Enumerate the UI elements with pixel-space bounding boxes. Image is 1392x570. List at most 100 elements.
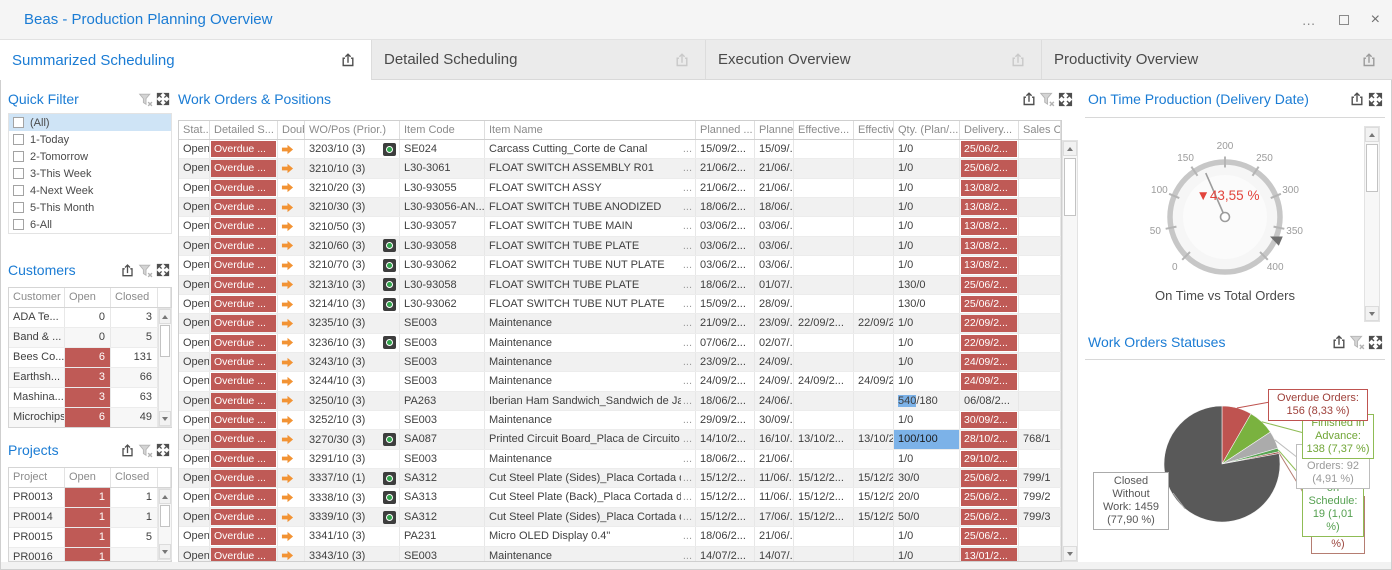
tab-export-button[interactable] — [1009, 51, 1027, 69]
expand-icon — [1368, 92, 1383, 107]
tab-summarized-scheduling[interactable]: Summarized Scheduling — [0, 40, 372, 80]
work-orders-filter-clear-button[interactable] — [1038, 90, 1056, 108]
cell-wo-pos: 3338/10 (3) — [305, 488, 400, 506]
window-close-button[interactable]: × — [1371, 11, 1380, 29]
scroll-down-button[interactable] — [159, 411, 171, 426]
checkbox[interactable] — [13, 117, 24, 128]
scroll-down-button[interactable] — [1365, 306, 1379, 321]
checkbox[interactable] — [13, 134, 24, 145]
tab-export-button[interactable] — [673, 51, 691, 69]
scroll-down-button[interactable] — [159, 544, 171, 559]
quick-filter-option[interactable]: 3-This Week — [9, 165, 171, 182]
quick-filter-clear-button[interactable] — [136, 90, 154, 108]
tab-execution-overview[interactable]: Execution Overview — [706, 40, 1042, 80]
scroll-up-button[interactable] — [1365, 127, 1379, 142]
work-order-row[interactable]: OpenOverdue ...3213/10 (3)L30-93058FLOAT… — [179, 276, 1061, 295]
tab-export-button[interactable] — [339, 51, 357, 69]
quick-filter-option[interactable]: 4-Next Week — [9, 182, 171, 199]
gauge-panel-scrollbar[interactable] — [1364, 126, 1380, 322]
work-order-row[interactable]: OpenOverdue ...3210/60 (3)L30-93058FLOAT… — [179, 237, 1061, 256]
checkbox[interactable] — [13, 202, 24, 213]
cell-sales-order — [1019, 256, 1061, 274]
table-row[interactable]: Bees Co...6131 — [9, 348, 171, 368]
work-order-row[interactable]: OpenOverdue ...3210/10 (3)L30-3061FLOAT … — [179, 159, 1061, 178]
scroll-up-button[interactable] — [1063, 141, 1077, 156]
scroll-up-button[interactable] — [159, 309, 171, 324]
scroll-thumb[interactable] — [1064, 158, 1076, 216]
on-time-expand-button[interactable] — [1366, 90, 1384, 108]
quick-filter-option[interactable]: (All) — [9, 114, 171, 131]
work-order-row[interactable]: OpenOverdue ...3339/10 (3)SA312Cut Steel… — [179, 508, 1061, 527]
quick-filter-option[interactable]: 2-Tomorrow — [9, 148, 171, 165]
work-order-row[interactable]: OpenOverdue ...3341/10 (3)PA231Micro OLE… — [179, 527, 1061, 546]
table-row[interactable]: PR00161 — [9, 548, 171, 562]
work-order-row[interactable]: OpenOverdue ...3236/10 (3)SE003Maintenan… — [179, 334, 1061, 353]
table-row[interactable]: PR001311 — [9, 488, 171, 508]
work-order-row[interactable]: OpenOverdue ...3243/10 (3)SE003Maintenan… — [179, 353, 1061, 372]
projects-filter-clear-button[interactable] — [136, 441, 154, 459]
scroll-up-button[interactable] — [159, 489, 171, 504]
customers-filter-clear-button[interactable] — [136, 261, 154, 279]
tab-export-button[interactable] — [1360, 51, 1378, 69]
table-row[interactable]: PR001411 — [9, 508, 171, 528]
work-order-row[interactable]: OpenOverdue ...3235/10 (3)SE003Maintenan… — [179, 314, 1061, 333]
quick-filter-option[interactable]: 5-This Month — [9, 199, 171, 216]
work-orders-export-button[interactable] — [1020, 90, 1038, 108]
work-order-row[interactable]: OpenOverdue ...3250/10 (3)PA263Iberian H… — [179, 392, 1061, 411]
table-row[interactable]: Mashina...363 — [9, 388, 171, 408]
scroll-thumb[interactable] — [160, 505, 170, 527]
customers-scrollbar[interactable] — [158, 308, 172, 427]
work-orders-expand-button[interactable] — [1056, 90, 1074, 108]
checkbox[interactable] — [13, 219, 24, 230]
cell-item-code: SE003 — [400, 314, 485, 332]
delivery-date: 13/08/2... — [961, 218, 1017, 234]
statuses-export-button[interactable] — [1330, 333, 1348, 351]
scroll-down-button[interactable] — [1063, 546, 1077, 561]
work-order-row[interactable]: OpenOverdue ...3203/10 (3)SE024Carcass C… — [179, 140, 1061, 159]
work-order-row[interactable]: OpenOverdue ...3244/10 (3)SE003Maintenan… — [179, 372, 1061, 391]
statuses-filter-clear-button[interactable] — [1348, 333, 1366, 351]
window-menu-button[interactable]: … — [1302, 12, 1317, 28]
work-order-row[interactable]: OpenOverdue ...3252/10 (3)SE003Maintenan… — [179, 411, 1061, 430]
window-maximize-button[interactable] — [1339, 15, 1349, 25]
work-order-row[interactable]: OpenOverdue ...3210/30 (3)L30-93056-AN..… — [179, 198, 1061, 217]
cell-planned-start: 18/06/2... — [696, 527, 755, 545]
tab-detailed-scheduling[interactable]: Detailed Scheduling — [372, 40, 706, 80]
work-order-row[interactable]: OpenOverdue ...3337/10 (1)SA312Cut Steel… — [179, 469, 1061, 488]
quick-filter-option[interactable]: 1-Today — [9, 131, 171, 148]
work-order-row[interactable]: OpenOverdue ...3343/10 (3)SE003Maintenan… — [179, 547, 1061, 562]
cell-planned-end: 11/06/... — [755, 469, 794, 487]
tab-productivity-overview[interactable]: Productivity Overview — [1042, 40, 1392, 80]
work-order-row[interactable]: OpenOverdue ...3214/10 (3)L30-93062FLOAT… — [179, 295, 1061, 314]
projects-scrollbar[interactable] — [158, 488, 172, 560]
quick-filter-expand-button[interactable] — [154, 90, 172, 108]
work-order-row[interactable]: OpenOverdue ...3291/10 (3)SE003Maintenan… — [179, 450, 1061, 469]
cell-doubtful — [278, 179, 305, 197]
projects-expand-button[interactable] — [154, 441, 172, 459]
customers-expand-button[interactable] — [154, 261, 172, 279]
work-order-row[interactable]: OpenOverdue ...3338/10 (3)SA313Cut Steel… — [179, 488, 1061, 507]
work-orders-scrollbar[interactable] — [1062, 140, 1078, 562]
cell-closed-count: 66 — [111, 368, 158, 387]
work-order-row[interactable]: OpenOverdue ...3210/20 (3)L30-93055FLOAT… — [179, 179, 1061, 198]
work-order-row[interactable]: OpenOverdue ...3210/70 (3)L30-93062FLOAT… — [179, 256, 1061, 275]
table-row[interactable]: PR001515 — [9, 528, 171, 548]
table-row[interactable]: Microchips649 — [9, 408, 171, 428]
work-order-row[interactable]: OpenOverdue ...3270/30 (3)SA087Printed C… — [179, 430, 1061, 449]
on-time-export-button[interactable] — [1348, 90, 1366, 108]
work-order-row[interactable]: OpenOverdue ...3210/50 (3)L30-93057FLOAT… — [179, 217, 1061, 236]
item-name-text: FLOAT SWITCH TUBE NUT PLATE — [489, 256, 665, 274]
statuses-expand-button[interactable] — [1366, 333, 1384, 351]
table-row[interactable]: Band & ...05 — [9, 328, 171, 348]
checkbox[interactable] — [13, 185, 24, 196]
cell-wo-pos: 3337/10 (1) — [305, 469, 400, 487]
customers-export-button[interactable] — [118, 261, 136, 279]
scroll-thumb[interactable] — [1366, 144, 1378, 192]
scroll-thumb[interactable] — [160, 325, 170, 357]
table-row[interactable]: ADA Te...03 — [9, 308, 171, 328]
quick-filter-option[interactable]: 6-All — [9, 216, 171, 233]
table-row[interactable]: Earthsh...366 — [9, 368, 171, 388]
checkbox[interactable] — [13, 151, 24, 162]
projects-export-button[interactable] — [118, 441, 136, 459]
checkbox[interactable] — [13, 168, 24, 179]
